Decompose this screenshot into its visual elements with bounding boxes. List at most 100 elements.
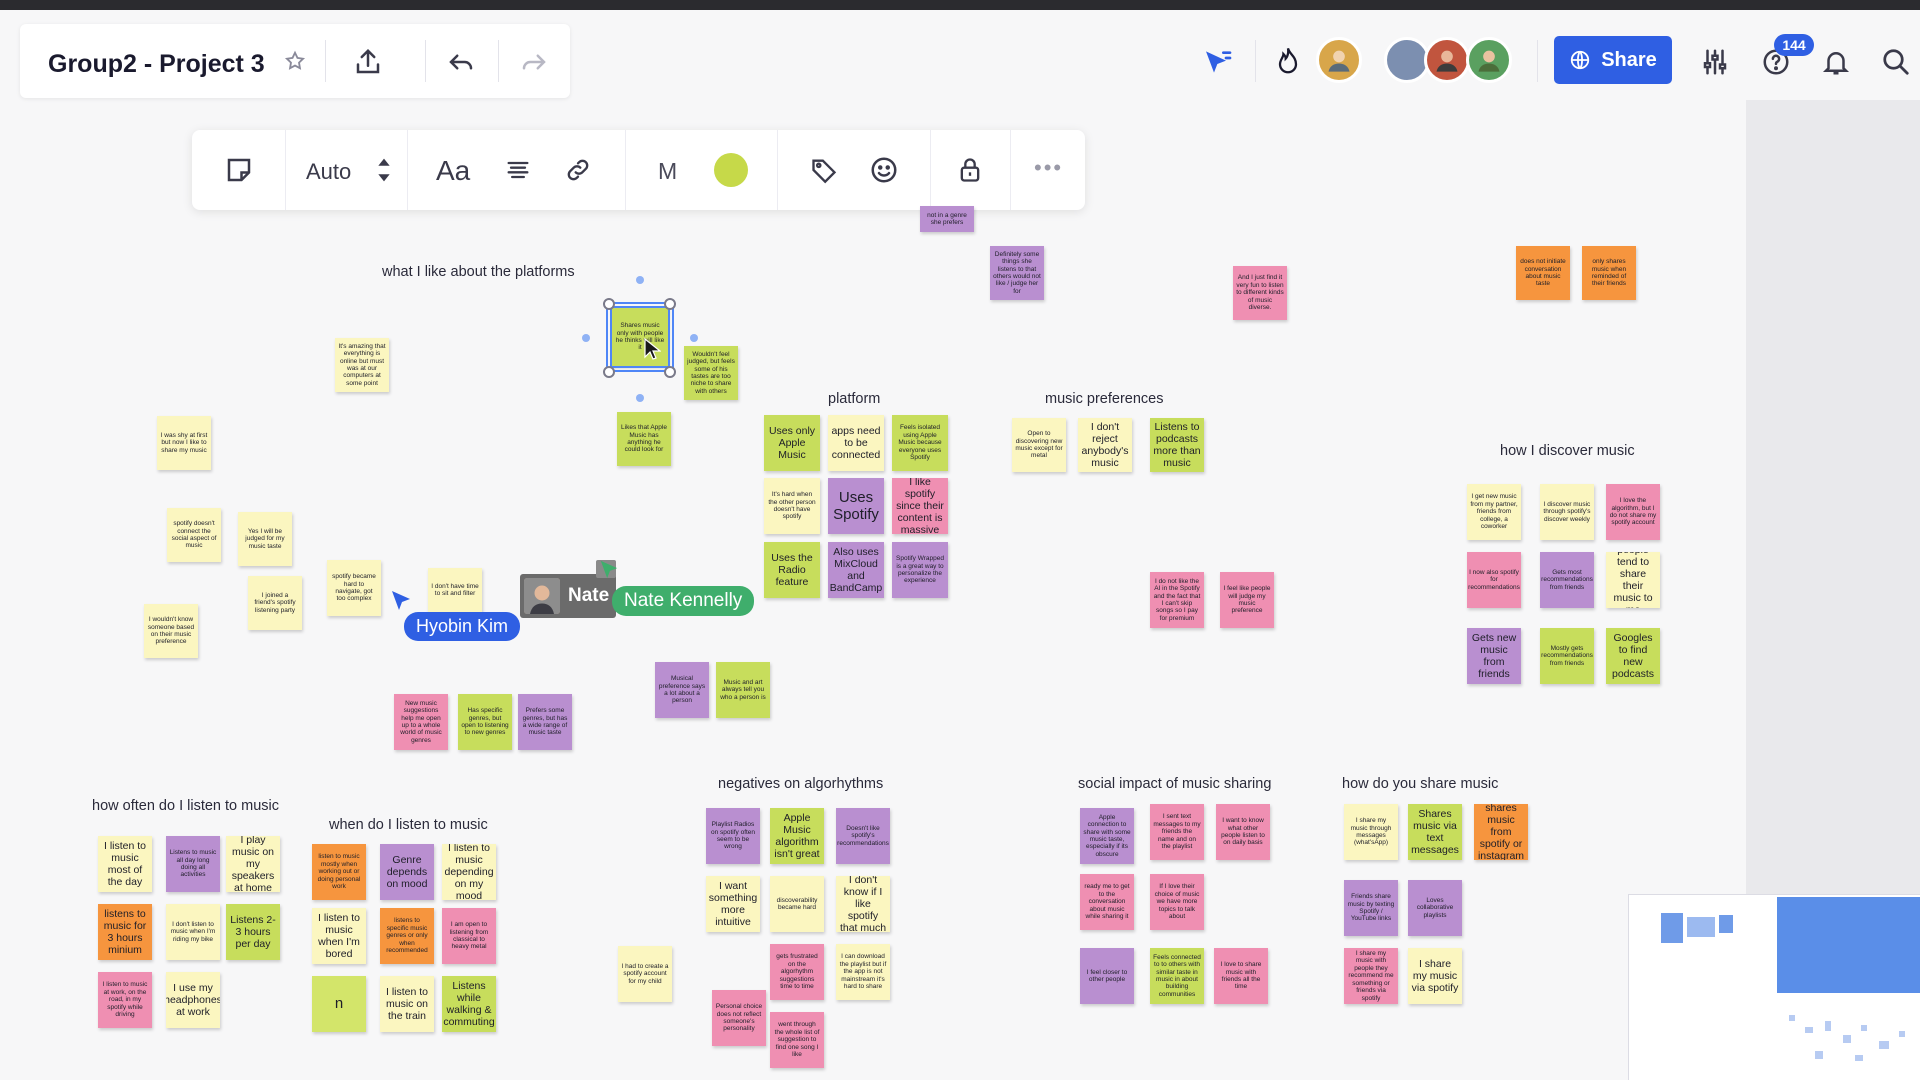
sticky-note[interactable]: Friends share music by texting Spotify /…	[1344, 880, 1398, 936]
sticky-note[interactable]: Googles to find new podcasts	[1606, 628, 1660, 684]
sticky-note[interactable]: If I love their choice of music we have …	[1150, 874, 1204, 930]
sticky-note[interactable]: only shares music when reminded of their…	[1582, 246, 1636, 300]
sticky-note[interactable]: ready me to get to the conversation abou…	[1080, 874, 1134, 930]
sticky-note[interactable]: I was shy at first but now I like to sha…	[157, 416, 211, 470]
sticky-note[interactable]: Shares music via text messages	[1408, 804, 1462, 860]
settings-sliders-icon[interactable]	[1697, 44, 1733, 80]
sticky-note[interactable]: Mostly gets recommendations from friends	[1540, 628, 1594, 684]
flame-icon[interactable]	[1270, 42, 1306, 82]
sticky-note[interactable]: Uses Spotify	[828, 478, 884, 534]
share-button[interactable]: Share	[1554, 36, 1672, 84]
sticky-note[interactable]: Gets new music from friends	[1467, 628, 1521, 684]
connector-handle[interactable]	[690, 334, 698, 342]
sticky-note[interactable]: Yes I will be judged for my music taste	[238, 512, 292, 566]
sticky-note[interactable]: I feel closer to other people	[1080, 948, 1134, 1004]
sticky-note[interactable]: Uses only Apple Music	[764, 415, 820, 471]
sticky-note[interactable]: Playlist Radios on spotify often seem to…	[706, 808, 760, 864]
sticky-note[interactable]: I sent text messages to my friends the n…	[1150, 804, 1204, 860]
sticky-note[interactable]: And I just find it very fun to listen to…	[1233, 266, 1287, 320]
resize-handle[interactable]	[664, 366, 676, 378]
sticky-note[interactable]: I don't listen to music when I'm riding …	[166, 904, 220, 960]
connector-handle[interactable]	[582, 334, 590, 342]
sticky-note[interactable]: Feels connected to to others with simila…	[1150, 948, 1204, 1004]
sticky-note[interactable]: I wouldn't know someone based on their m…	[144, 604, 198, 658]
size-stepper-icon[interactable]	[372, 152, 396, 188]
sticky-note[interactable]: I feel like people will judge my music p…	[1220, 572, 1274, 628]
sticky-note[interactable]: I love to share music with friends all t…	[1214, 948, 1268, 1004]
connector-handle[interactable]	[636, 276, 644, 284]
sticky-note[interactable]: Likes that Apple Music has anything he c…	[617, 412, 671, 466]
sticky-note[interactable]: I don't reject anybody's music	[1078, 418, 1132, 472]
sticky-note[interactable]: Feels isolated using Apple Music because…	[892, 415, 948, 471]
sticky-note[interactable]: Doesn't like spotify's recommendations	[836, 808, 890, 864]
sticky-color-swatch[interactable]	[714, 153, 748, 187]
sticky-note[interactable]: Spotify Wrapped is a great way to person…	[892, 542, 948, 598]
avatar[interactable]	[1424, 37, 1470, 83]
size-mode-label[interactable]: Auto	[306, 159, 351, 185]
sticky-note[interactable]: It's amazing that everything is online b…	[335, 338, 389, 392]
avatar[interactable]	[1316, 37, 1362, 83]
search-icon[interactable]	[1878, 44, 1914, 80]
board-minimap[interactable]	[1628, 894, 1920, 1080]
sticky-note[interactable]: Wouldn't feel judged, but feels some of …	[684, 346, 738, 400]
sticky-note[interactable]: went through the whole list of suggestio…	[770, 1012, 824, 1068]
sticky-note[interactable]: I love the algorithm, but I do not share…	[1606, 484, 1660, 540]
sticky-note[interactable]: I get new music from my partner, friends…	[1467, 484, 1521, 540]
sticky-note[interactable]: Also uses MixCloud and BandCamp	[828, 542, 884, 598]
sticky-note[interactable]: Prefers some genres, but has a wide rang…	[518, 694, 572, 750]
sticky-note[interactable]: Personal choice does not reflect someone…	[712, 990, 766, 1046]
sticky-note[interactable]: I now also spotify for recommendations	[1467, 552, 1521, 608]
sticky-note[interactable]: I share my music with people they recomm…	[1344, 948, 1398, 1004]
sticky-note[interactable]: Listens to music all day long doing all …	[166, 836, 220, 892]
notifications-icon[interactable]	[1818, 44, 1854, 80]
sticky-note[interactable]: spotify doesn't connect the social aspec…	[167, 508, 221, 562]
sticky-note[interactable]: Has specific genres, but open to listeni…	[458, 694, 512, 750]
board-title[interactable]: Group2 - Project 3	[48, 50, 265, 79]
sticky-note[interactable]: I listen to music at work, on the road, …	[98, 972, 152, 1028]
sticky-note[interactable]: I can download the playlist but if the a…	[836, 944, 890, 1000]
sticky-note[interactable]: I share my music through messages (what'…	[1344, 804, 1398, 860]
sticky-note[interactable]: I listen to music depending on my mood	[442, 844, 496, 900]
lock-icon[interactable]	[952, 152, 988, 188]
sticky-note[interactable]: Gets most recommendations from friends	[1540, 552, 1594, 608]
more-options-icon[interactable]: •••	[1034, 155, 1063, 181]
sticky-note[interactable]: I want something more intuitive	[706, 876, 760, 932]
sticky-note[interactable]: It's hard when the other person doesn't …	[764, 478, 820, 534]
sticky-note[interactable]: shares music from spotify or instagram	[1474, 804, 1528, 860]
sticky-note[interactable]: I discover music through spotify's disco…	[1540, 484, 1594, 540]
avatar[interactable]	[1466, 37, 1512, 83]
sticky-note[interactable]: does not initiate conversation about mus…	[1516, 246, 1570, 300]
sticky-note[interactable]: I had to create a spotify account for my…	[618, 946, 672, 1002]
sticky-note[interactable]: Apple connection to share with some musi…	[1080, 808, 1134, 864]
sticky-note[interactable]: n	[312, 976, 366, 1032]
sticky-note[interactable]: Uses the Radio feature	[764, 542, 820, 598]
sticky-note[interactable]: I want to know what other people listen …	[1216, 804, 1270, 860]
tag-icon[interactable]	[806, 152, 842, 188]
redo-icon[interactable]	[516, 44, 552, 80]
sticky-note[interactable]: Open to discovering new music except for…	[1012, 418, 1066, 472]
sticky-note[interactable]: I play music on my speakers at home	[226, 836, 280, 892]
sticky-note[interactable]: spotify became hard to navigate, got too…	[327, 560, 381, 616]
sticky-note[interactable]: Music and art always tell you who a pers…	[716, 662, 770, 718]
sticky-note[interactable]: Genre depends on mood	[380, 844, 434, 900]
export-icon[interactable]	[350, 44, 386, 80]
sticky-note[interactable]: Musical preference says a lot about a pe…	[655, 662, 709, 718]
sticky-note[interactable]: not in a genre she prefers	[920, 206, 974, 232]
sticky-note[interactable]: New music suggestions help me open up to…	[394, 694, 448, 750]
sticky-note[interactable]: I share my music via spotify	[1408, 948, 1462, 1004]
sticky-note[interactable]: I am open to listening from classical to…	[442, 908, 496, 964]
undo-icon[interactable]	[443, 44, 479, 80]
sticky-note[interactable]: I listen to music when I'm bored	[312, 908, 366, 964]
resize-handle[interactable]	[603, 298, 615, 310]
sticky-note[interactable]: apps need to be connected	[828, 415, 884, 471]
font-style-button[interactable]: Aa	[436, 155, 470, 187]
sticky-note[interactable]: people tend to share their music to me	[1606, 552, 1660, 608]
sticky-note[interactable]: I like spotify since their content is ma…	[892, 478, 948, 534]
sticky-note[interactable]: Listens while walking & commuting	[442, 976, 496, 1032]
link-icon[interactable]	[560, 152, 596, 188]
sticky-note[interactable]: listen to music mostly when working out …	[312, 844, 366, 900]
sticky-note[interactable]: I listen to music most of the day	[98, 836, 152, 892]
resize-handle[interactable]	[603, 366, 615, 378]
sticky-note[interactable]: listens to music for 3 hours minium	[98, 904, 152, 960]
emoji-icon[interactable]	[866, 152, 902, 188]
